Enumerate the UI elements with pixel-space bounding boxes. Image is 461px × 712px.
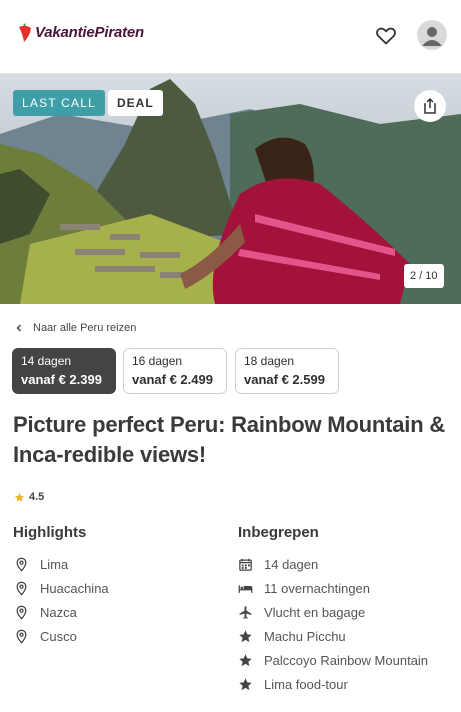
included-heading: Inbegrepen xyxy=(238,524,319,541)
list-item: Palccoyo Rainbow Mountain xyxy=(238,648,428,672)
location-pin-icon xyxy=(16,605,27,620)
star-icon xyxy=(239,629,252,642)
share-icon xyxy=(424,98,436,114)
highlights-list: Lima Huacachina Nazca Cusco xyxy=(14,552,109,648)
last-call-badge: LAST CALL xyxy=(13,90,105,116)
list-item: 11 overnachtingen xyxy=(238,576,428,600)
star-icon xyxy=(239,677,252,690)
duration-option-14[interactable]: 14 dagen vanaf € 2.399 xyxy=(12,348,116,394)
list-item-label: Vlucht en bagage xyxy=(264,604,366,620)
list-item: Huacachina xyxy=(14,576,109,600)
duration-price: vanaf € 2.499 xyxy=(132,372,213,387)
list-item: Lima food-tour xyxy=(238,672,428,696)
hero-image-carousel[interactable]: LAST CALL DEAL 2 / 10 xyxy=(0,74,461,304)
trip-title: Picture perfect Peru: Rainbow Mountain &… xyxy=(13,412,446,467)
highlights-heading: Highlights xyxy=(13,524,87,541)
list-item-label: 11 overnachtingen xyxy=(264,580,371,596)
share-button[interactable] xyxy=(414,90,446,122)
rating-star-icon xyxy=(14,492,25,502)
chevron-left-icon xyxy=(16,324,21,332)
list-item: Lima xyxy=(14,552,109,576)
trip-rating: 4.5 xyxy=(14,490,44,504)
duration-days: 18 dagen xyxy=(244,354,295,368)
site-header: VakantiePiraten xyxy=(0,0,461,74)
list-item: Cusco xyxy=(14,624,109,648)
airplane-icon xyxy=(239,605,252,619)
heart-icon xyxy=(376,27,396,45)
location-pin-icon xyxy=(16,629,27,644)
bed-icon xyxy=(238,584,253,593)
list-item: 14 dagen xyxy=(238,552,428,576)
list-item-label: Cusco xyxy=(40,628,77,644)
list-item-label: Lima food-tour xyxy=(264,676,348,692)
list-item-label: Palccoyo Rainbow Mountain xyxy=(264,652,429,668)
duration-option-18[interactable]: 18 dagen vanaf € 2.599 xyxy=(235,348,339,394)
location-pin-icon xyxy=(16,557,27,572)
photo-counter: 2 / 10 xyxy=(404,264,444,288)
list-item-label: Machu Picchu xyxy=(264,628,346,644)
list-item-label: Huacachina xyxy=(40,580,109,596)
account-button[interactable] xyxy=(417,20,447,50)
user-avatar-icon xyxy=(422,27,442,46)
pepper-icon xyxy=(19,22,31,42)
back-to-peru-link[interactable]: Naar alle Peru reizen xyxy=(14,320,136,336)
list-item: Vlucht en bagage xyxy=(238,600,428,624)
list-item: Nazca xyxy=(14,600,109,624)
rating-value: 4.5 xyxy=(29,491,45,503)
list-item: Machu Picchu xyxy=(238,624,428,648)
duration-price: vanaf € 2.599 xyxy=(244,372,325,387)
logo-text: VakantiePiraten xyxy=(35,23,144,41)
deal-badge: DEAL xyxy=(108,90,163,116)
favorites-button[interactable] xyxy=(374,24,398,46)
list-item-label: Lima xyxy=(40,556,69,572)
location-pin-icon xyxy=(16,581,27,596)
calendar-icon xyxy=(239,558,252,571)
site-logo[interactable]: VakantiePiraten xyxy=(16,19,144,45)
star-icon xyxy=(239,653,252,666)
duration-days: 14 dagen xyxy=(21,354,72,368)
included-list: 14 dagen 11 overnachtingen Vlucht en bag… xyxy=(238,552,428,696)
duration-days: 16 dagen xyxy=(132,354,183,368)
back-link-label: Naar alle Peru reizen xyxy=(33,322,137,334)
list-item-label: Nazca xyxy=(40,604,77,620)
duration-option-16[interactable]: 16 dagen vanaf € 2.499 xyxy=(123,348,227,394)
list-item-label: 14 dagen xyxy=(264,556,319,572)
duration-price: vanaf € 2.399 xyxy=(21,372,102,387)
